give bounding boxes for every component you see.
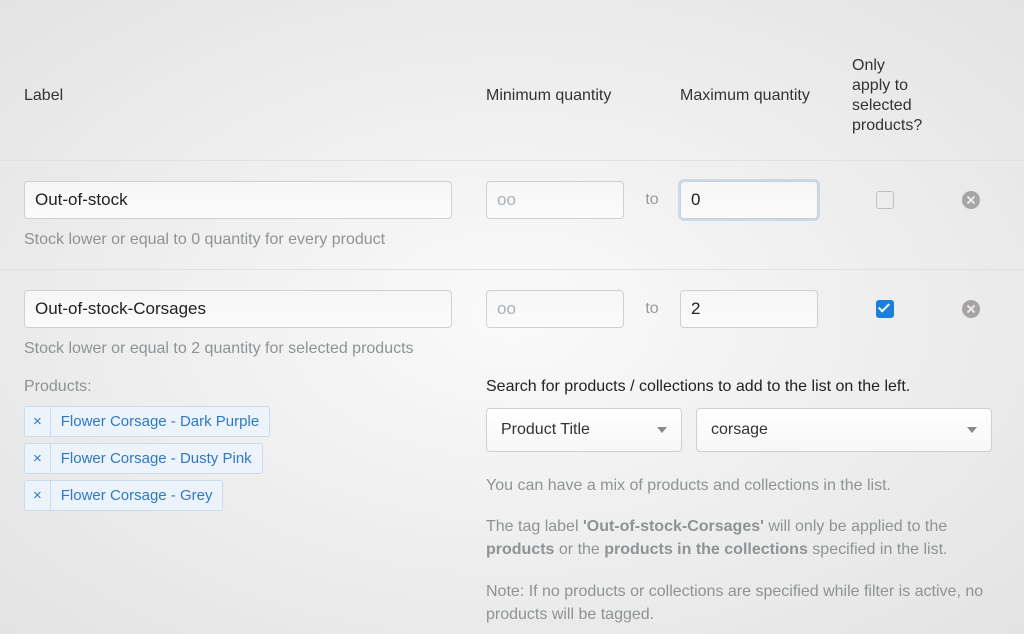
header-only: Only apply to selected products? [852, 56, 922, 136]
search-mode-value: Product Title [501, 421, 590, 439]
min-quantity-input[interactable] [486, 181, 624, 219]
header-row: Label Minimum quantity Maximum quantity … [0, 0, 1024, 160]
products-search: Search for products / collections to add… [486, 378, 1000, 634]
remove-tag-button[interactable]: × [25, 444, 51, 473]
header-min: Minimum quantity [486, 86, 624, 106]
header-max: Maximum quantity [680, 86, 852, 106]
only-selected-checkbox[interactable] [876, 191, 894, 209]
rule-row: to [0, 270, 1024, 336]
products-section: Products: × Flower Corsage - Dark Purple… [0, 378, 1024, 634]
search-title: Search for products / collections to add… [486, 378, 1000, 396]
product-tag-label[interactable]: Flower Corsage - Dark Purple [51, 407, 269, 436]
products-list: Products: × Flower Corsage - Dark Purple… [24, 378, 486, 634]
header-label: Label [24, 86, 486, 106]
note-warning: Note: If no products or collections are … [486, 580, 1000, 626]
min-quantity-input[interactable] [486, 290, 624, 328]
rule-helper: Stock lower or equal to 2 quantity for s… [0, 340, 1024, 358]
product-tag: × Flower Corsage - Dusty Pink [24, 443, 263, 474]
note-mix: You can have a mix of products and colle… [486, 474, 1000, 497]
label-input[interactable] [24, 181, 452, 219]
note-applied: The tag label 'Out-of-stock-Corsages' wi… [486, 515, 1000, 561]
to-label: to [624, 300, 680, 318]
product-tag: × Flower Corsage - Grey [24, 480, 223, 511]
search-mode-select[interactable]: Product Title [486, 408, 682, 452]
search-value: corsage [711, 421, 768, 439]
max-quantity-input[interactable] [680, 290, 818, 328]
search-value-select[interactable]: corsage [696, 408, 992, 452]
only-selected-checkbox[interactable] [876, 300, 894, 318]
chevron-down-icon [967, 427, 977, 433]
remove-tag-button[interactable]: × [25, 407, 51, 436]
remove-tag-button[interactable]: × [25, 481, 51, 510]
products-title: Products: [24, 378, 486, 396]
rule-helper: Stock lower or equal to 0 quantity for e… [0, 231, 1024, 249]
to-label: to [624, 191, 680, 209]
label-input[interactable] [24, 290, 452, 328]
rule-row: to [0, 161, 1024, 227]
max-quantity-input[interactable] [680, 181, 818, 219]
product-tag-label[interactable]: Flower Corsage - Dusty Pink [51, 444, 262, 473]
product-tag-label[interactable]: Flower Corsage - Grey [51, 481, 223, 510]
delete-rule-button[interactable] [962, 300, 980, 318]
product-tag: × Flower Corsage - Dark Purple [24, 406, 270, 437]
chevron-down-icon [657, 427, 667, 433]
delete-rule-button[interactable] [962, 191, 980, 209]
